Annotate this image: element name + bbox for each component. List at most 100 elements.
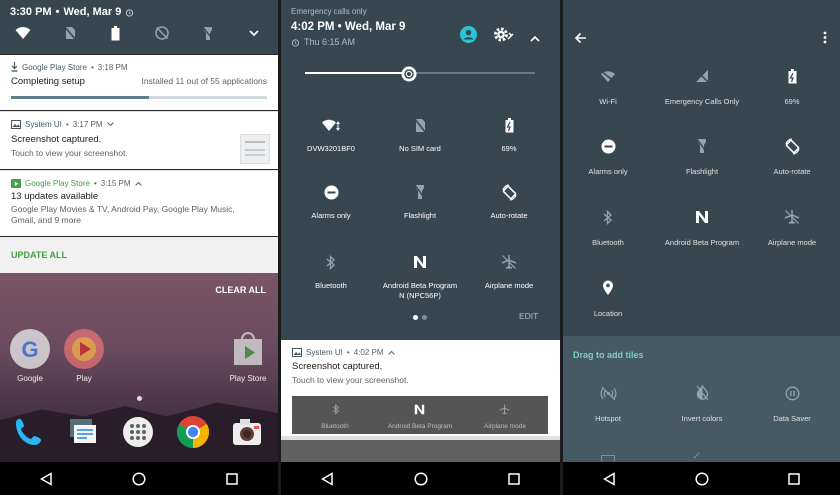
next-alarm[interactable]: Thu 6:15 AM	[291, 37, 355, 47]
status-time: 3:30 PM • Wed, Mar 9	[10, 6, 134, 18]
extra-tile-hotspot[interactable]: Hotspot	[563, 384, 653, 424]
alarms-only-icon[interactable]	[155, 26, 169, 45]
edit-tile-bluetooth[interactable]: Bluetooth	[563, 208, 653, 248]
notification-updates[interactable]: Google Play Store • 3:15 PM 13 updates a…	[0, 170, 278, 236]
home-icon[interactable]	[414, 471, 428, 486]
install-progress-bar	[11, 96, 267, 99]
notification-header: Google Play Store • 3:18 PM	[11, 62, 128, 72]
notification-body: Google Play Movies & TV, Android Pay, Go…	[11, 204, 235, 225]
navigation-bar	[563, 462, 840, 495]
no-sim-icon[interactable]	[63, 25, 77, 45]
chrome-icon[interactable]	[176, 415, 210, 454]
app-drawer-icon[interactable]	[122, 416, 154, 453]
chevron-down-icon[interactable]	[106, 122, 114, 127]
bluetooth-icon	[286, 253, 376, 271]
clear-all-button[interactable]: CLEAR ALL	[215, 285, 266, 295]
play-store-app-icon[interactable]	[228, 329, 268, 369]
bluetooth-icon	[332, 402, 340, 420]
notification-title: 13 updates available	[11, 191, 99, 202]
phone-icon[interactable]	[12, 415, 46, 454]
signal-off-icon	[657, 67, 747, 85]
no-sim-icon	[375, 116, 465, 134]
invert-colors-icon	[657, 384, 747, 402]
page-indicator	[137, 396, 142, 401]
tile-android-beta[interactable]: Android Beta Program N (NPC56P)	[375, 253, 465, 300]
play-app-label: Play	[76, 374, 92, 383]
battery-icon[interactable]	[111, 26, 120, 46]
edit-tile-cellular[interactable]: Emergency Calls Only	[657, 67, 747, 107]
cast-icon	[601, 455, 615, 461]
play-store-icon	[11, 179, 21, 188]
airplane-icon	[747, 208, 837, 226]
overflow-menu-icon[interactable]	[823, 31, 827, 49]
wifi-icon	[563, 67, 653, 85]
chevron-up-icon[interactable]	[387, 350, 395, 355]
flashlight-icon	[657, 137, 747, 155]
edit-tile-location[interactable]: Location	[563, 279, 653, 319]
android-n-icon	[414, 402, 425, 420]
tile-auto-rotate[interactable]: Auto-rotate	[464, 183, 554, 221]
notification-subtitle: Touch to view your screenshot.	[292, 375, 409, 385]
edit-tile-battery[interactable]: 69%	[747, 67, 837, 107]
user-icon[interactable]	[460, 26, 477, 48]
recents-icon[interactable]	[508, 472, 520, 485]
notification-header: System UI • 4:02 PM	[292, 348, 395, 357]
notification-screenshot[interactable]: System UI • 3:17 PM Screenshot captured.…	[0, 111, 278, 169]
edit-tile-alarms-only[interactable]: Alarms only	[563, 137, 653, 177]
tile-flashlight[interactable]: Flashlight	[375, 183, 465, 221]
chevron-up-icon[interactable]	[134, 181, 142, 186]
wifi-icon[interactable]	[15, 26, 31, 45]
notification-header: System UI • 3:17 PM	[11, 120, 114, 129]
edit-tile-auto-rotate[interactable]: Auto-rotate	[747, 137, 837, 177]
location-icon	[563, 279, 653, 297]
google-app-icon[interactable]: G	[10, 329, 50, 369]
tile-alarms-only[interactable]: Alarms only	[286, 183, 376, 221]
edit-tile-wifi[interactable]: Wi-Fi	[563, 67, 653, 107]
tile-sim[interactable]: No SIM card	[375, 116, 465, 154]
edit-tile-android-beta[interactable]: Android Beta Program	[657, 208, 747, 248]
recents-icon[interactable]	[226, 472, 238, 485]
play-app-icon[interactable]	[64, 329, 104, 369]
hotspot-icon	[563, 384, 653, 402]
camera-icon[interactable]	[230, 415, 264, 454]
flashlight-icon[interactable]	[201, 26, 215, 46]
extra-tile-data-saver[interactable]: Data Saver	[747, 384, 837, 424]
tile-bluetooth[interactable]: Bluetooth	[286, 253, 376, 291]
notification-shade-panel: 3:30 PM • Wed, Mar 9 Google Play Store •…	[0, 0, 278, 495]
back-arrow-icon[interactable]	[574, 31, 587, 49]
notification-title: Screenshot captured.	[11, 134, 102, 145]
edit-button[interactable]: EDIT	[519, 311, 538, 321]
chevron-up-icon[interactable]	[530, 30, 540, 48]
extra-tile-invert-colors[interactable]: Invert colors	[657, 384, 747, 424]
play-store-app-label: Play Store	[229, 374, 267, 383]
back-icon[interactable]	[602, 471, 616, 486]
tile-battery[interactable]: 69%	[464, 116, 554, 154]
chevron-down-icon[interactable]	[248, 26, 260, 44]
auto-rotate-icon	[747, 137, 837, 155]
screenshot-thumbnail	[240, 134, 270, 164]
notification-play-store-setup[interactable]: Google Play Store • 3:18 PM Completing s…	[0, 55, 278, 110]
edit-tile-flashlight[interactable]: Flashlight	[657, 137, 747, 177]
alarms-only-icon	[563, 137, 653, 155]
back-icon[interactable]	[321, 471, 334, 486]
messages-icon[interactable]	[66, 415, 100, 454]
navigation-bar	[281, 462, 560, 495]
image-icon	[292, 348, 302, 357]
back-icon[interactable]	[39, 471, 53, 486]
recents-icon[interactable]	[788, 472, 801, 485]
home-icon[interactable]	[132, 471, 147, 486]
edit-tile-airplane[interactable]: Airplane mode	[747, 208, 837, 248]
quick-settings-editor-panel: Wi-Fi Emergency Calls Only 69% Alarms on…	[563, 0, 840, 495]
tile-wifi[interactable]: DVW3201BF0	[286, 116, 376, 154]
notification-title: Completing setup	[11, 76, 85, 87]
settings-icon[interactable]	[494, 27, 514, 47]
brightness-slider[interactable]	[305, 72, 535, 74]
alarms-only-icon	[286, 183, 376, 201]
home-icon[interactable]	[695, 471, 709, 486]
wifi-icon	[286, 116, 376, 134]
brightness-thumb-icon[interactable]	[401, 66, 417, 87]
update-all-button[interactable]: UPDATE ALL	[11, 250, 67, 260]
quick-settings-header[interactable]: 3:30 PM • Wed, Mar 9	[0, 0, 278, 54]
tile-airplane[interactable]: Airplane mode	[464, 253, 554, 291]
airplane-icon	[464, 253, 554, 271]
